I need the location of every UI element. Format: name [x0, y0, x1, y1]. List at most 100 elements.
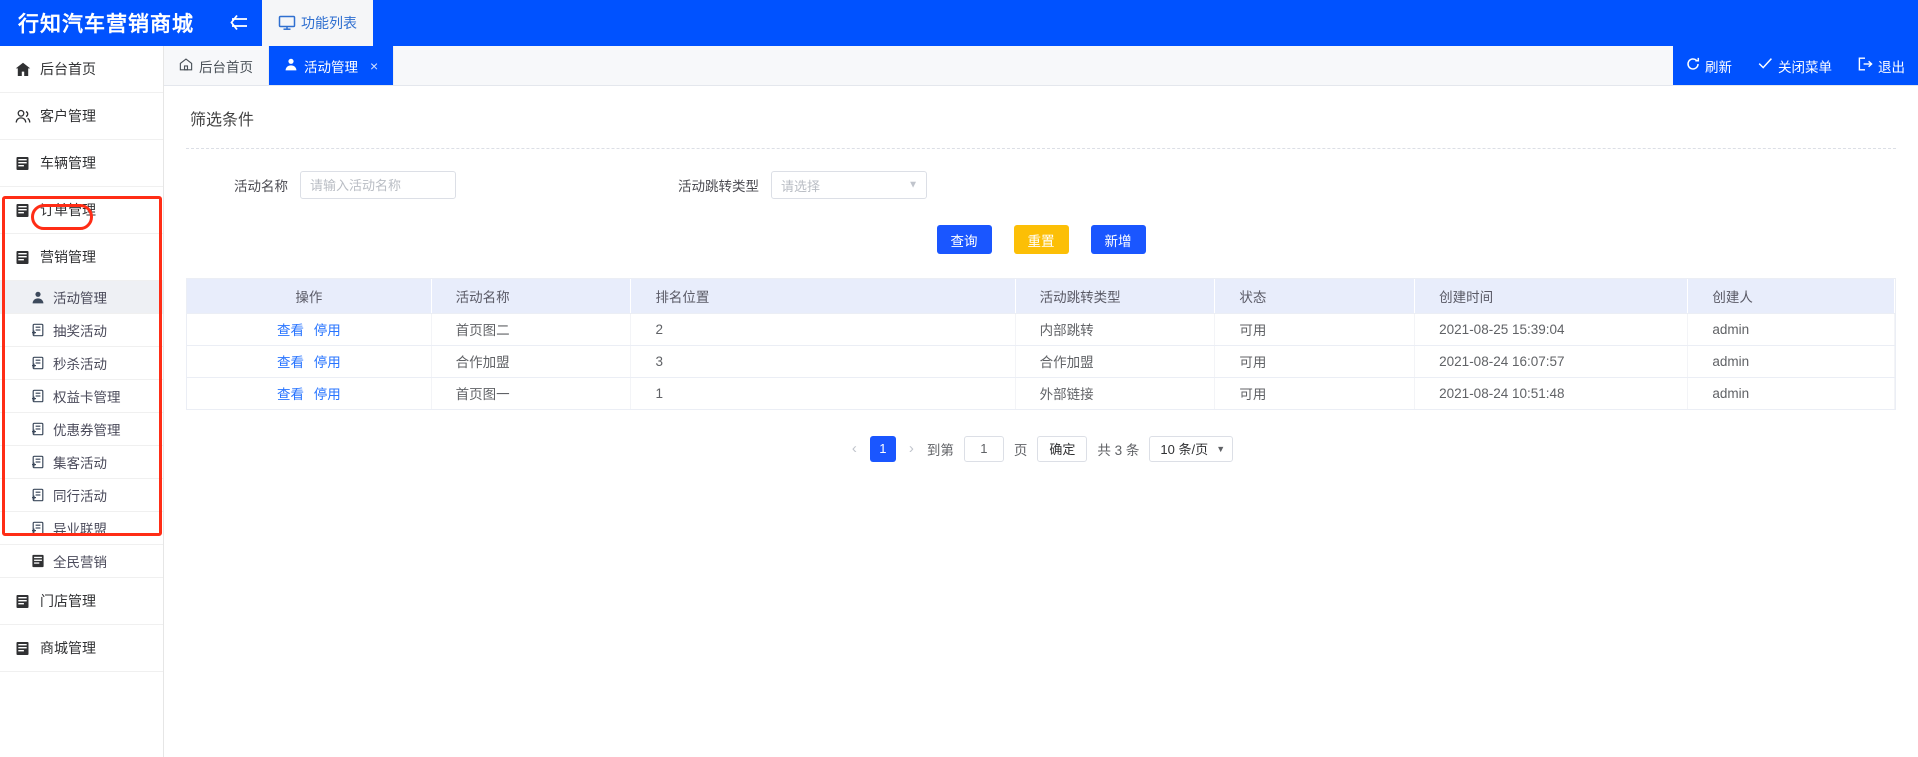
- list-icon: [14, 641, 31, 656]
- monitor-icon: [278, 15, 296, 31]
- confirm-page-button[interactable]: 确定: [1037, 436, 1087, 462]
- next-page-button[interactable]: ›: [906, 440, 917, 457]
- function-list-tab[interactable]: 功能列表: [262, 0, 373, 46]
- sidebar-label: 秒杀活动: [53, 353, 107, 373]
- close-icon[interactable]: ×: [370, 59, 378, 73]
- sidebar-label: 抽奖活动: [53, 320, 107, 340]
- sidebar-item-lottery[interactable]: 抽奖活动: [0, 314, 163, 347]
- sidebar-label: 订单管理: [40, 200, 96, 220]
- column-header-status: 状态: [1215, 279, 1415, 313]
- table-row: 查看 停用 首页图二 2 内部跳转 可用 2021-08-25 15:39:04…: [187, 313, 1895, 345]
- sidebar-label: 活动管理: [53, 287, 107, 307]
- form-icon: [30, 389, 45, 403]
- jump-type-select[interactable]: 请选择 ▼: [771, 171, 927, 199]
- sidebar-item-order[interactable]: 订单管理: [0, 187, 163, 234]
- table-row: 查看 停用 首页图一 1 外部链接 可用 2021-08-24 10:51:48…: [187, 377, 1895, 409]
- page-size-value: 10 条/页: [1160, 439, 1208, 458]
- chevron-down-icon: ▼: [1216, 444, 1225, 454]
- app-brand-title: 行知汽车营销商城: [0, 0, 216, 46]
- collapse-menu-icon[interactable]: [216, 0, 262, 46]
- sidebar-item-customer[interactable]: 客户管理: [0, 93, 163, 140]
- sidebar-item-coupon[interactable]: 优惠券管理: [0, 413, 163, 446]
- cell-name: 首页图一: [431, 377, 631, 409]
- sidebar-item-marketing[interactable]: 营销管理: [0, 234, 163, 281]
- search-button[interactable]: 查询: [937, 225, 992, 254]
- activity-table-wrapper: 操作 活动名称 排名位置 活动跳转类型 状态 创建时间 创建人 查看 停用: [186, 278, 1896, 410]
- form-icon: [30, 521, 45, 535]
- filter-panel-title: 筛选条件: [164, 86, 1918, 130]
- logout-button[interactable]: 退出: [1845, 46, 1918, 85]
- add-button[interactable]: 新增: [1091, 225, 1146, 254]
- view-link[interactable]: 查看: [277, 355, 304, 370]
- sidebar-label: 集客活动: [53, 452, 107, 472]
- disable-link[interactable]: 停用: [314, 323, 341, 338]
- sidebar[interactable]: 后台首页 客户管理 车辆管理 订单管理: [0, 46, 164, 757]
- cell-rank: 3: [631, 345, 1015, 377]
- select-value: 请选择: [781, 176, 820, 195]
- sidebar-label: 营销管理: [40, 247, 96, 267]
- prev-page-button[interactable]: ‹: [849, 440, 860, 457]
- sidebar-item-rights-card[interactable]: 权益卡管理: [0, 380, 163, 413]
- refresh-button[interactable]: 刷新: [1673, 46, 1745, 85]
- sidebar-item-mall[interactable]: 商城管理: [0, 625, 163, 672]
- tab-strip: 后台首页 活动管理 × 刷新 关闭菜单: [164, 46, 1918, 86]
- refresh-icon: [1686, 57, 1700, 74]
- sidebar-item-gather-customer[interactable]: 集客活动: [0, 446, 163, 479]
- disable-link[interactable]: 停用: [314, 387, 341, 402]
- cell-creator: admin: [1688, 345, 1895, 377]
- cell-rank: 2: [631, 313, 1015, 345]
- cell-status: 可用: [1215, 313, 1415, 345]
- chevron-down-icon: ▼: [908, 180, 918, 191]
- view-link[interactable]: 查看: [277, 323, 304, 338]
- list-icon: [14, 203, 31, 218]
- sidebar-item-cross-alliance[interactable]: 异业联盟: [0, 512, 163, 545]
- cell-creator: admin: [1688, 313, 1895, 345]
- goto-page-input[interactable]: [964, 436, 1004, 462]
- sidebar-label: 后台首页: [40, 59, 96, 79]
- activity-name-input[interactable]: [300, 171, 456, 199]
- sidebar-item-peer-activity[interactable]: 同行活动: [0, 479, 163, 512]
- sidebar-item-vehicle[interactable]: 车辆管理: [0, 140, 163, 187]
- tab-home[interactable]: 后台首页: [164, 46, 269, 85]
- top-action-label: 刷新: [1705, 56, 1732, 76]
- top-action-label: 退出: [1878, 56, 1905, 76]
- cell-rank: 1: [631, 377, 1015, 409]
- view-link[interactable]: 查看: [277, 387, 304, 402]
- sidebar-label: 异业联盟: [53, 518, 107, 538]
- pagination: ‹ 1 › 到第 页 确定 共 3 条 10 条/页 ▼: [164, 436, 1918, 462]
- top-action-label: 关闭菜单: [1778, 56, 1832, 76]
- sidebar-item-flashsale[interactable]: 秒杀活动: [0, 347, 163, 380]
- cell-created-at: 2021-08-24 16:07:57: [1415, 345, 1688, 377]
- disable-link[interactable]: 停用: [314, 355, 341, 370]
- sidebar-item-activity-manage[interactable]: 活动管理: [0, 281, 163, 314]
- sidebar-label: 权益卡管理: [53, 386, 121, 406]
- filter-panel: 活动名称 活动跳转类型 请选择 ▼ 查询 重置 新增: [186, 148, 1896, 254]
- goto-prefix-label: 到第: [927, 439, 954, 459]
- column-header-operation: 操作: [187, 279, 431, 313]
- close-menu-button[interactable]: 关闭菜单: [1745, 46, 1845, 85]
- sidebar-item-store[interactable]: 门店管理: [0, 578, 163, 625]
- cell-name: 首页图二: [431, 313, 631, 345]
- sidebar-label: 门店管理: [40, 591, 96, 611]
- cell-created-at: 2021-08-25 15:39:04: [1415, 313, 1688, 345]
- list-icon: [14, 156, 31, 171]
- list-icon: [14, 594, 31, 609]
- form-icon: [30, 488, 45, 502]
- filter-button-row: 查询 重置 新增: [186, 225, 1896, 254]
- person-icon: [284, 58, 298, 74]
- tab-label: 活动管理: [304, 56, 358, 76]
- page-number-1[interactable]: 1: [870, 436, 896, 462]
- page-size-select[interactable]: 10 条/页 ▼: [1149, 436, 1233, 462]
- sidebar-item-national-marketing[interactable]: 全民营销: [0, 545, 163, 578]
- tab-activity-manage[interactable]: 活动管理 ×: [269, 46, 394, 85]
- sidebar-item-home[interactable]: 后台首页: [0, 46, 163, 93]
- row-actions: 查看 停用: [187, 313, 431, 345]
- tab-label: 后台首页: [199, 56, 253, 76]
- home-icon: [14, 62, 31, 77]
- cell-jump-type: 外部链接: [1015, 377, 1215, 409]
- field-label: 活动名称: [234, 175, 288, 195]
- reset-button[interactable]: 重置: [1014, 225, 1069, 254]
- check-icon: [1758, 57, 1773, 74]
- filter-row: 活动名称 活动跳转类型 请选择 ▼: [186, 171, 1896, 199]
- sidebar-label: 同行活动: [53, 485, 107, 505]
